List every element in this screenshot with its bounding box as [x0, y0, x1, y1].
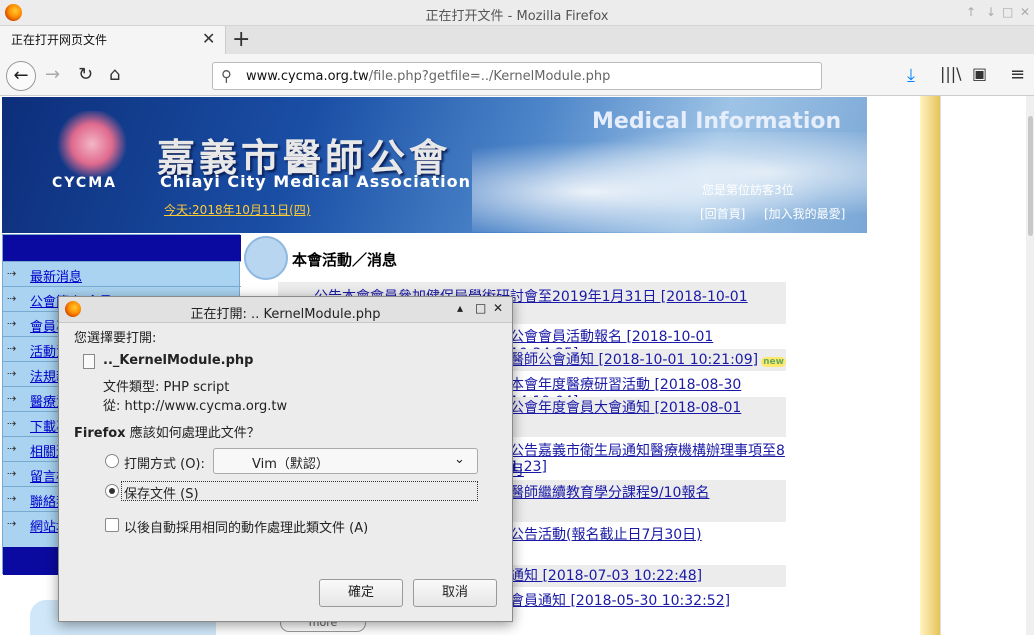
cancel-button[interactable]: 取消	[413, 579, 497, 607]
file-icon	[83, 354, 95, 369]
arrow-icon: ⇢	[7, 292, 17, 305]
arrow-icon: ⇢	[7, 467, 17, 480]
file-type: 文件類型: PHP script	[103, 380, 230, 395]
save-file-radio[interactable]	[105, 484, 119, 498]
visitor-counter: 您是第位訪客3位	[702, 183, 794, 197]
left-nav-item[interactable]: ⇢ 最新消息	[3, 261, 241, 286]
open-with-value: Vim（默認）	[252, 457, 329, 472]
arrow-icon: ⇢	[7, 442, 17, 455]
save-file-label: 保存文件 (S)	[124, 487, 199, 502]
logo-text: CYCMA	[52, 175, 117, 191]
window-maximize-icon[interactable]: □	[1002, 5, 1013, 19]
dialog-minimize-icon[interactable]: ▴	[457, 301, 463, 315]
scrollbar-thumb[interactable]	[1028, 116, 1033, 236]
arrow-icon: ⇢	[7, 517, 17, 530]
forward-icon[interactable]: →	[45, 64, 60, 85]
file-source: 從: http://www.cycma.org.tw	[103, 399, 288, 414]
arrow-icon: ⇢	[7, 417, 17, 430]
arrow-icon: ⇢	[7, 267, 17, 280]
dialog-filename: .._KernelModule.php	[103, 353, 254, 368]
window-titlebar: 正在打开文件 - Mozilla Firefox ↑ ↓ □ ✕	[0, 0, 1034, 26]
open-with-select[interactable]: Vim（默認） ⌄	[213, 448, 478, 474]
url-bar[interactable]: ⚲ www.cycma.org.tw/file.php?getfile=../K…	[212, 62, 822, 90]
tab-label: 正在打开网页文件	[11, 33, 108, 47]
dialog-close-icon[interactable]: ✕	[493, 301, 503, 315]
ok-button[interactable]: 確定	[319, 579, 403, 607]
new-tab-icon[interactable]: +	[232, 27, 250, 52]
remember-label: 以後自動採用相同的動作處理此類文件 (A)	[124, 521, 369, 536]
section-title: 本會活動／消息	[292, 251, 398, 269]
arrow-icon: ⇢	[7, 317, 17, 330]
today-date: 今天:2018年10月11日(四)	[164, 203, 311, 217]
window-title: 正在打开文件 - Mozilla Firefox	[425, 9, 609, 24]
dialog-maximize-icon[interactable]: □	[475, 301, 486, 315]
dialog-title: 正在打開: .. KernelModule.php	[190, 307, 381, 322]
chevron-down-icon: ⌄	[454, 452, 465, 467]
tab-active[interactable]: 正在打开网页文件 ✕	[0, 26, 226, 54]
page-right-margin	[940, 96, 1026, 635]
dialog-intro: 您選擇要打開:	[74, 331, 157, 346]
home-icon[interactable]: ⌂	[109, 64, 120, 85]
window-restore-icon[interactable]: ↓	[986, 5, 996, 19]
arrow-icon: ⇢	[7, 367, 17, 380]
site-title-en: Chiayi City Medical Association	[160, 172, 472, 191]
download-icon[interactable]: ⤓	[907, 65, 915, 86]
arrow-icon: ⇢	[7, 392, 17, 405]
reload-icon[interactable]: ↻	[78, 64, 93, 85]
dialog-question: Firefox 應該如何處理此文件？	[74, 426, 260, 441]
dialog-titlebar: 正在打開: .. KernelModule.php ▴ □ ✕	[59, 297, 512, 323]
url-text: www.cycma.org.tw/file.php?getfile=../Ker…	[246, 69, 611, 84]
menu-icon[interactable]: ≡	[1010, 64, 1025, 85]
page-scrollbar[interactable]	[1026, 96, 1034, 635]
open-with-label: 打開方式 (O):	[124, 457, 205, 472]
save-file-option[interactable]: 保存文件 (S)	[121, 481, 478, 502]
document-icon	[244, 236, 288, 280]
sidebar-icon[interactable]: ▣	[972, 64, 987, 83]
left-nav-header	[3, 235, 241, 261]
tab-close-icon[interactable]: ✕	[202, 29, 215, 48]
download-dialog: 正在打開: .. KernelModule.php ▴ □ ✕ 您選擇要打開: …	[58, 296, 513, 622]
arrow-icon: ⇢	[7, 342, 17, 355]
new-badge-icon: new	[761, 357, 786, 367]
window-minimize-icon[interactable]: ↑	[966, 5, 976, 19]
page-right-border	[920, 96, 940, 635]
back-button[interactable]: ←	[6, 61, 36, 91]
open-with-radio[interactable]	[105, 454, 119, 468]
back-arrow-icon: ←	[13, 65, 29, 86]
arrow-icon: ⇢	[7, 492, 17, 505]
remember-checkbox[interactable]	[105, 518, 119, 532]
medical-info-heading: Medical Information	[592, 109, 842, 134]
home-link[interactable]: [回首頁]	[700, 205, 745, 222]
search-icon: ⚲	[221, 67, 232, 85]
site-banner: CYCMA 嘉義市醫師公會 Chiayi City Medical Associ…	[2, 97, 867, 233]
flower-logo-icon	[54, 111, 130, 177]
window-close-icon[interactable]: ✕	[1020, 5, 1030, 19]
library-icon[interactable]: |||\	[940, 64, 962, 83]
add-favorite-link[interactable]: [加入我的最愛]	[764, 205, 845, 222]
